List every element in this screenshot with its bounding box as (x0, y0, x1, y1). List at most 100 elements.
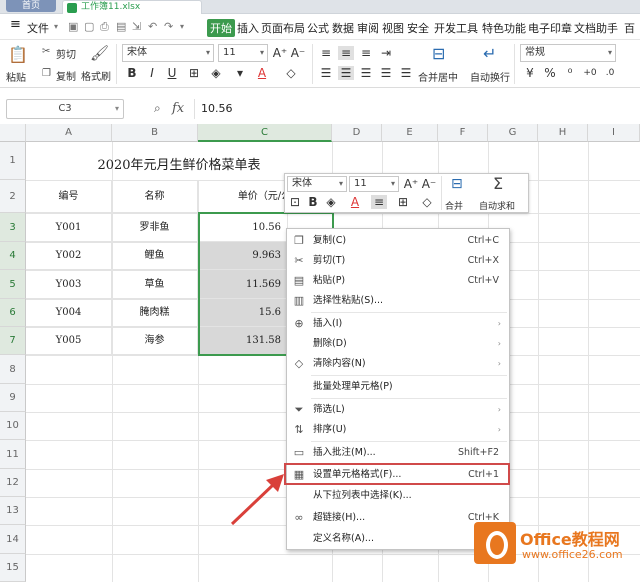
menu-overflow[interactable]: 百 (624, 20, 635, 36)
table-cell[interactable]: 鲤鱼 (112, 242, 198, 270)
table-cell[interactable]: Y005 (26, 327, 112, 355)
border-icon[interactable]: ⊞ (395, 195, 411, 209)
table-cell[interactable]: 腌肉糕 (112, 299, 198, 327)
eraser-icon[interactable]: ◇ (283, 66, 299, 80)
formula-input[interactable]: 10.56 (194, 99, 634, 119)
table-cell[interactable]: 131.58 (198, 327, 288, 355)
row-header[interactable]: 7 (0, 327, 26, 355)
mini-merge-button[interactable]: 合并 (445, 199, 463, 212)
menu-item-format-cells[interactable]: ▦ 设置单元格格式(F)... Ctrl+1 (287, 465, 509, 485)
chevron-down-icon[interactable]: ▾ (232, 66, 248, 80)
paste-icon[interactable]: 📋 (8, 45, 28, 64)
paste-button[interactable]: 粘贴 (6, 69, 26, 84)
font-name-select[interactable]: 宋体 ▾ (122, 44, 214, 62)
wrap-text-button[interactable]: 自动换行 (470, 69, 510, 84)
wrap-text-icon[interactable]: ↵ (483, 44, 496, 63)
table-cell[interactable]: 9.963 (198, 242, 288, 270)
column-header[interactable]: G (488, 124, 538, 142)
column-header[interactable]: B (112, 124, 198, 142)
row-header[interactable]: 8 (0, 355, 26, 384)
menu-data[interactable]: 数据 (332, 20, 354, 36)
decrease-font-icon[interactable]: A⁻ (290, 46, 306, 60)
font-size-select[interactable]: 11 ▾ (218, 44, 268, 62)
fill-color-icon[interactable]: ◈ (208, 66, 224, 80)
merge-center-icon[interactable]: ⊟ (432, 44, 445, 63)
menu-item-insert[interactable]: ⊕ 插入(I) › (287, 314, 509, 334)
menu-item-dropdown-select[interactable]: 从下拉列表中选择(K)... (287, 486, 509, 506)
indent-icon[interactable]: ⇥ (378, 46, 394, 60)
menu-item-delete[interactable]: 删除(D) › (287, 334, 509, 354)
row-header[interactable]: 13 (0, 497, 26, 525)
table-cell[interactable]: 11.569 (198, 270, 288, 299)
currency-icon[interactable]: ¥ (522, 66, 538, 80)
menu-insert[interactable]: 插入 (237, 20, 259, 36)
fill-color-icon[interactable]: ◈ (323, 195, 339, 209)
thousands-icon[interactable]: ⁰ (562, 66, 578, 80)
menu-item-copy[interactable]: ❐ 复制(C) Ctrl+C (287, 231, 509, 251)
bold-button[interactable]: B (124, 66, 140, 80)
align-top-icon[interactable]: ≡ (318, 46, 334, 60)
menu-developer[interactable]: 开发工具 (434, 20, 478, 36)
align-middle-icon[interactable]: ≡ (338, 46, 354, 60)
chevron-down-icon[interactable]: ▾ (54, 22, 58, 31)
column-header[interactable]: D (332, 124, 382, 142)
mini-bold-button[interactable]: B (305, 195, 321, 209)
save-icon[interactable]: ▣ (68, 20, 78, 33)
row-header[interactable]: 5 (0, 270, 26, 299)
number-format-select[interactable]: 常规 ▾ (520, 44, 616, 62)
menu-item-sort[interactable]: ⇅ 排序(U) › (287, 420, 509, 440)
decrease-decimal-icon[interactable]: .0 (602, 66, 618, 80)
menu-start[interactable]: 开始 (207, 19, 235, 37)
sigma-icon[interactable]: Σ (493, 174, 503, 193)
italic-button[interactable]: I (144, 66, 160, 80)
undo-icon[interactable]: ↶ (148, 20, 157, 33)
format-painter-button[interactable]: 格式刷 (81, 68, 111, 83)
distribute-icon[interactable]: ☰ (398, 66, 414, 80)
format-painter-icon[interactable]: 🖌 (90, 44, 109, 62)
menu-item-cut[interactable]: ✂ 剪切(T) Ctrl+X (287, 251, 509, 271)
menu-review[interactable]: 审阅 (357, 20, 379, 36)
menu-page-layout[interactable]: 页面布局 (261, 20, 305, 36)
export-icon[interactable]: ⇲ (132, 20, 141, 33)
mini-font-name-select[interactable]: 宋体 ▾ (287, 176, 347, 192)
menu-file[interactable]: 文件 (27, 20, 49, 36)
name-box[interactable]: C3 ▾ (6, 99, 124, 119)
font-color-icon[interactable]: A (347, 195, 363, 209)
menu-item-paste-special[interactable]: ▥ 选择性粘贴(S)... (287, 291, 509, 311)
menu-formula[interactable]: 公式 (307, 20, 329, 36)
sheet-title[interactable]: 2020年元月生鲜价格菜单表 (26, 154, 332, 173)
row-header[interactable]: 4 (0, 242, 26, 270)
table-cell[interactable]: 海参 (112, 327, 198, 355)
table-header-cell[interactable]: 名称 (112, 180, 198, 213)
row-header[interactable]: 9 (0, 384, 26, 412)
table-header-cell[interactable]: 编号 (26, 180, 112, 213)
font-color-icon[interactable]: A (254, 66, 270, 80)
merge-icon[interactable]: ⊟ (451, 176, 463, 192)
increase-decimal-icon[interactable]: +0 (582, 66, 598, 80)
row-header[interactable]: 3 (0, 213, 26, 242)
menu-features[interactable]: 特色功能 (482, 20, 526, 36)
row-header[interactable]: 15 (0, 554, 26, 582)
row-header[interactable]: 10 (0, 412, 26, 440)
table-cell[interactable]: 罗非鱼 (112, 213, 198, 242)
column-header[interactable]: I (588, 124, 640, 142)
menu-item-batch[interactable]: 批量处理单元格(P) (287, 377, 509, 397)
row-header[interactable]: 1 (0, 142, 26, 180)
border-icon[interactable]: ⊞ (186, 66, 202, 80)
column-header[interactable]: H (538, 124, 588, 142)
menu-security[interactable]: 安全 (407, 20, 429, 36)
table-cell[interactable]: Y004 (26, 299, 112, 327)
row-header[interactable]: 11 (0, 440, 26, 469)
table-cell[interactable]: 10.56 (198, 213, 288, 242)
menu-item-comment[interactable]: ▭ 插入批注(M)... Shift+F2 (287, 443, 509, 463)
hamburger-icon[interactable]: ≡ (10, 17, 21, 32)
border-icon[interactable]: ⊡ (287, 195, 303, 209)
tab-document[interactable]: 工作簿11.xlsx (62, 0, 202, 14)
menu-doc-assistant[interactable]: 文档助手 (574, 20, 618, 36)
menu-view[interactable]: 视图 (382, 20, 404, 36)
chevron-down-icon[interactable]: ▾ (180, 22, 184, 31)
table-cell[interactable]: Y001 (26, 213, 112, 242)
underline-button[interactable]: U (164, 66, 180, 80)
increase-font-icon[interactable]: A⁺ (272, 46, 288, 60)
align-bottom-icon[interactable]: ≡ (358, 46, 374, 60)
